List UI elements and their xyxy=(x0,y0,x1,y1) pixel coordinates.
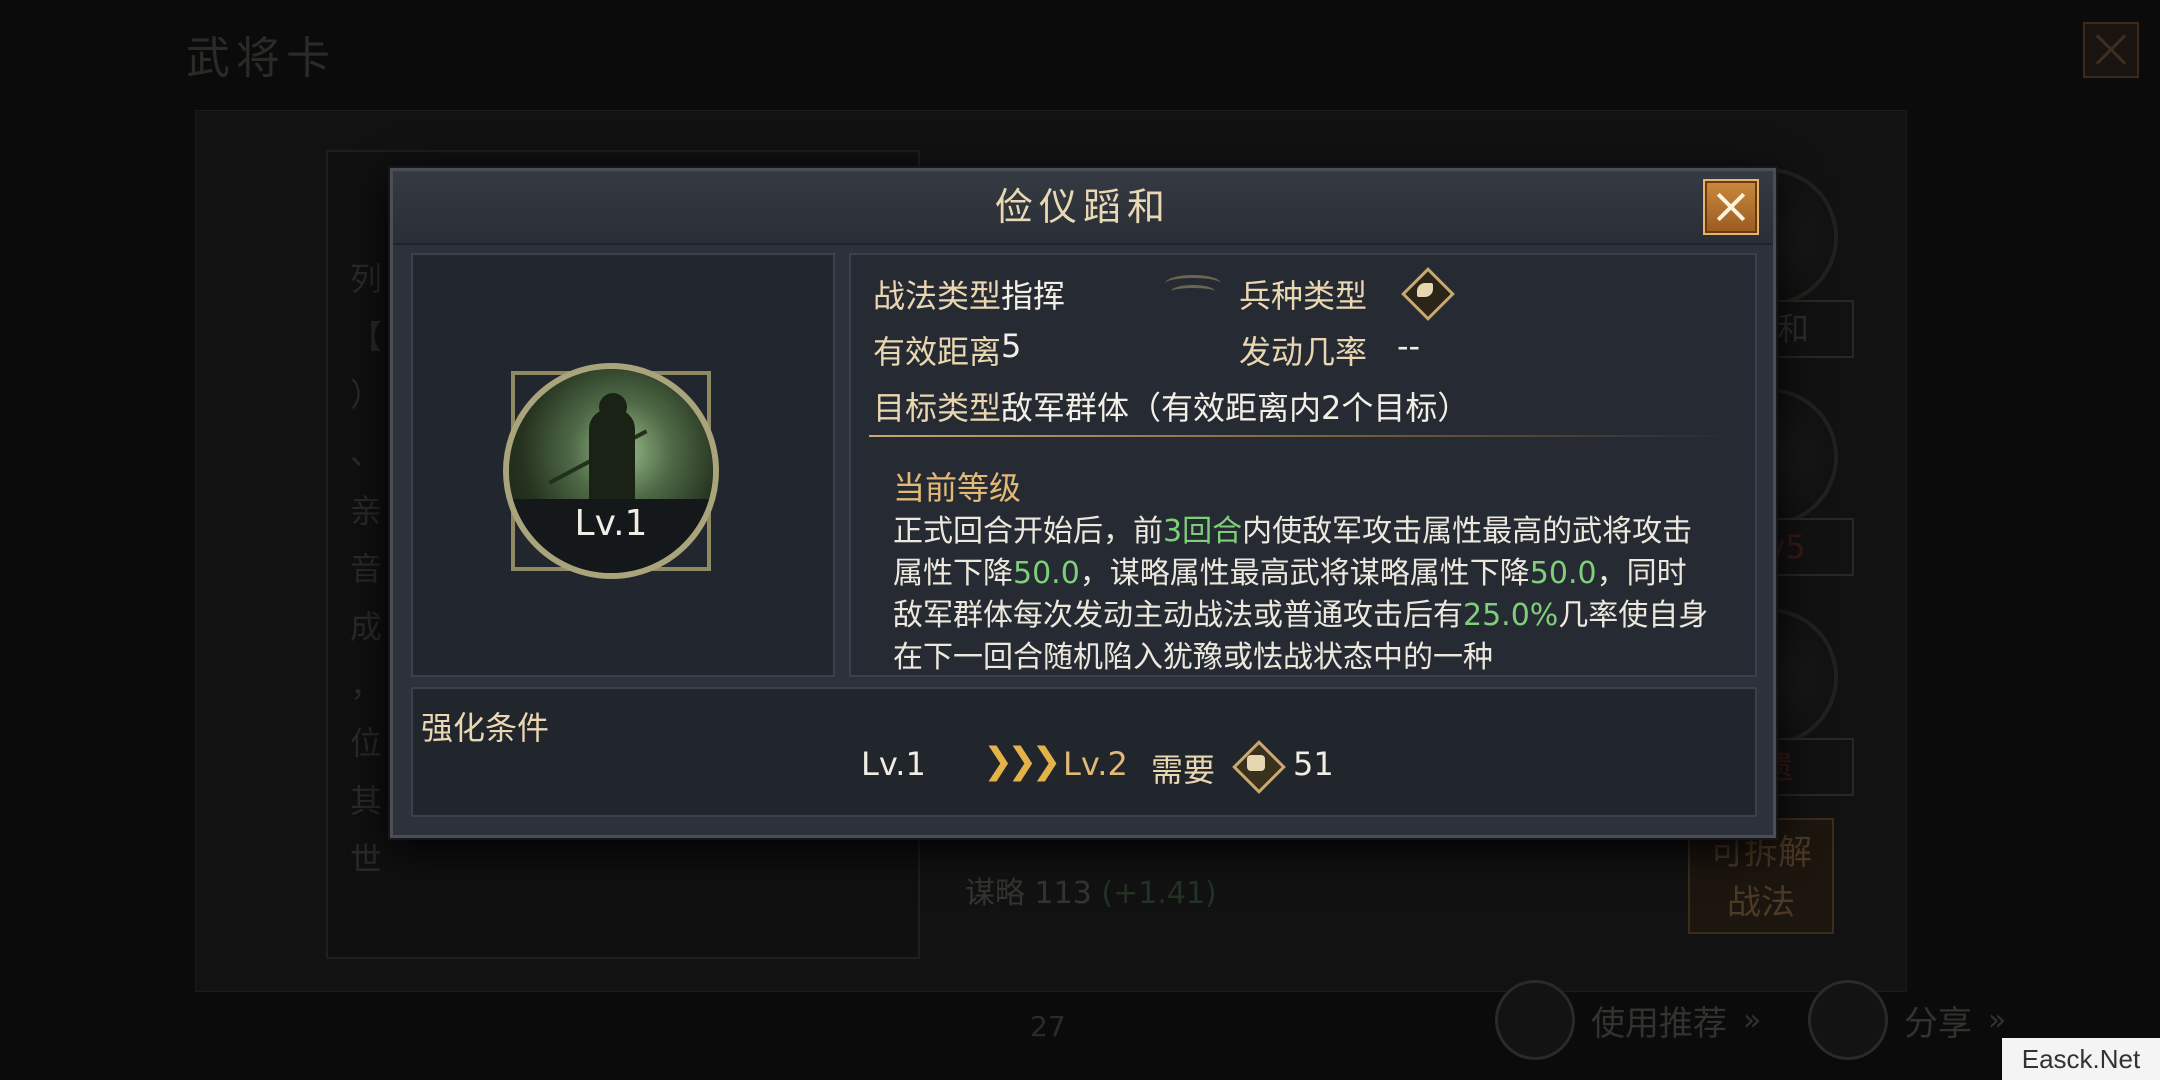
horse-icon xyxy=(1401,267,1455,321)
target-type-label: 目标类型 xyxy=(873,389,1002,427)
next-level: Lv.2 xyxy=(1063,745,1128,783)
page-title: 武将卡 xyxy=(186,33,336,84)
skill-icon-panel: Lv.1 xyxy=(411,253,835,677)
skill-description: 正式回合开始后，前3回合内使敌军攻击属性最高的武将攻击属性下降50.0，谋略属性… xyxy=(893,514,1709,675)
enhance-panel: 强化条件 Lv.1 ❯❯❯ Lv.2 需要 51 xyxy=(411,687,1757,817)
decor-chevron xyxy=(1171,285,1215,298)
modal-title: 俭仪蹈和 xyxy=(994,185,1171,229)
recommend-label: 使用推荐 xyxy=(1591,1003,1727,1044)
highlight-value: 25.0% xyxy=(1463,598,1559,633)
trigger-rate-value: -- xyxy=(1397,327,1421,365)
chevron-right-icon: » xyxy=(1988,1002,2007,1038)
highlight-value: 50.0 xyxy=(1013,556,1080,591)
divider xyxy=(869,435,1729,437)
page-number: 27 xyxy=(1030,1010,1066,1043)
skill-type-label: 战法类型 xyxy=(873,277,1002,315)
range-value: 5 xyxy=(1001,327,1022,365)
enhance-label: 强化条件 xyxy=(421,709,550,747)
skill-type-value: 指挥 xyxy=(1001,277,1066,315)
arrow-right-icon: ❯❯❯ xyxy=(983,741,1061,782)
trigger-rate-label: 发动几率 xyxy=(1239,333,1368,371)
intelligence-label: 谋略 xyxy=(965,876,1025,911)
share-icon xyxy=(1808,980,1888,1060)
page-close-button[interactable] xyxy=(2083,22,2139,78)
skill-detail-modal: 俭仪蹈和 Lv.1 战法类型 指挥 兵种类型 有效距离 5 发动几率 -- 目标… xyxy=(390,168,1776,838)
current-level-label: 当前等级 xyxy=(893,469,1022,507)
share-button[interactable]: 分享 » xyxy=(1808,980,2007,1060)
bio-char: 世 xyxy=(350,840,383,878)
troop-type-label: 兵种类型 xyxy=(1239,277,1368,315)
highlight-value: 50.0 xyxy=(1529,556,1597,591)
intelligence-bonus: (+1.41) xyxy=(1101,876,1217,911)
current-level: Lv.1 xyxy=(861,745,926,783)
requirement-value: 51 xyxy=(1293,745,1334,783)
recommend-icon xyxy=(1495,980,1575,1060)
skill-level-badge: Lv.1 xyxy=(574,503,648,544)
close-button[interactable] xyxy=(1703,179,1759,235)
watermark: Easck.Net xyxy=(2002,1038,2160,1080)
target-type-value: 敌军群体（有效距离内2个目标） xyxy=(1001,389,1470,427)
fist-icon xyxy=(1231,739,1286,794)
intelligence-value: 113 xyxy=(1034,876,1092,911)
share-label: 分享 xyxy=(1904,1003,1972,1044)
recommend-button[interactable]: 使用推荐 » xyxy=(1495,980,1762,1060)
requirement-label: 需要 xyxy=(1151,751,1216,789)
close-icon xyxy=(1705,181,1757,233)
intelligence-stat: 谋略 113 (+1.41) xyxy=(965,868,1217,912)
chevron-right-icon: » xyxy=(1743,1002,1762,1038)
highlight-value: 3回合 xyxy=(1163,514,1243,549)
skill-info-panel: 战法类型 指挥 兵种类型 有效距离 5 发动几率 -- 目标类型 敌军群体（有效… xyxy=(849,253,1757,677)
range-label: 有效距离 xyxy=(873,333,1002,371)
skill-emblem-icon: Lv.1 xyxy=(503,363,723,583)
